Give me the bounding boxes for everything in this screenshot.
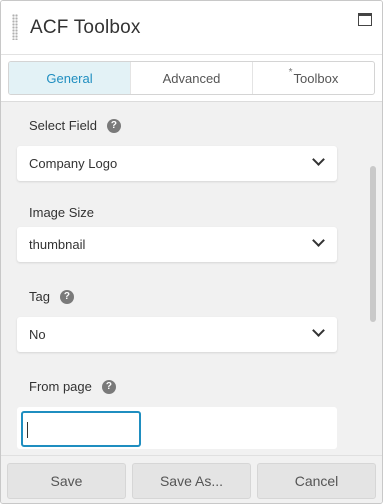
drag-handle-icon[interactable]: [12, 14, 18, 40]
select-field-label: Select Field ?: [29, 118, 121, 133]
image-size-dropdown[interactable]: thumbnail: [17, 227, 337, 262]
select-field-dropdown[interactable]: Company Logo: [17, 146, 337, 181]
tab-advanced-label: Advanced: [162, 70, 221, 86]
help-icon[interactable]: ?: [106, 118, 121, 133]
panel-header: ACF Toolbox: [1, 1, 382, 55]
tag-dropdown[interactable]: No: [17, 317, 337, 352]
settings-content: Select Field ? Company Logo Image Size t…: [1, 102, 382, 455]
tag-value: No: [29, 327, 46, 342]
chevron-down-icon: [312, 324, 325, 337]
text-caret: [27, 422, 28, 438]
panel-title: ACF Toolbox: [30, 17, 141, 38]
cancel-button[interactable]: Cancel: [257, 463, 376, 499]
from-page-row: [17, 407, 337, 449]
tabs: General Advanced * Toolbox: [8, 61, 375, 95]
tab-general[interactable]: General: [9, 62, 130, 94]
image-size-label-text: Image Size: [29, 205, 95, 220]
image-size-label: Image Size: [29, 205, 94, 220]
tag-label: Tag ?: [29, 289, 74, 304]
chevron-down-icon: [312, 234, 325, 247]
from-page-label: From page ?: [29, 379, 116, 394]
select-field-value: Company Logo: [29, 156, 118, 171]
tab-toolbox-label: Toolbox: [293, 70, 339, 86]
help-icon[interactable]: ?: [59, 289, 74, 304]
settings-panel: ACF Toolbox General Advanced * Toolbox S…: [0, 0, 383, 504]
image-size-value: thumbnail: [29, 237, 86, 252]
tab-toolbox-marker: *: [288, 66, 293, 78]
content-scrollbar[interactable]: [370, 166, 376, 322]
chevron-down-icon: [312, 153, 325, 166]
save-button[interactable]: Save: [7, 463, 126, 499]
help-icon[interactable]: ?: [101, 379, 116, 394]
maximize-icon[interactable]: [358, 13, 372, 26]
tab-general-label: General: [46, 70, 93, 86]
panel-footer: Save Save As... Cancel: [1, 455, 382, 503]
select-field-label-text: Select Field: [29, 118, 97, 133]
from-page-input[interactable]: [21, 411, 141, 447]
tab-toolbox[interactable]: * Toolbox: [252, 62, 374, 94]
tab-bar: General Advanced * Toolbox: [1, 55, 382, 102]
from-page-label-text: From page: [29, 379, 92, 394]
save-as-button[interactable]: Save As...: [132, 463, 251, 499]
tag-label-text: Tag: [29, 289, 50, 304]
tab-advanced[interactable]: Advanced: [130, 62, 252, 94]
